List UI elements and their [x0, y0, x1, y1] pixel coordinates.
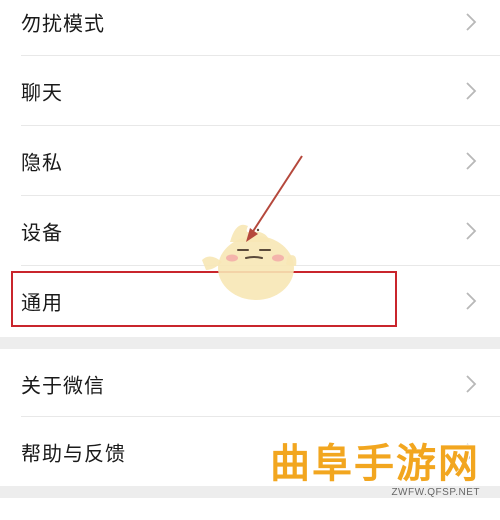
settings-item-label: 聊天 [21, 80, 63, 105]
settings-item-label: 隐私 [21, 150, 63, 175]
settings-item-label: 设备 [21, 220, 63, 245]
settings-item-do-not-disturb[interactable]: 勿扰模式 [0, 0, 500, 57]
settings-item-label: 勿扰模式 [21, 11, 105, 36]
settings-item-label: 帮助与反馈 [21, 441, 126, 466]
settings-group-main: 勿扰模式 聊天 隐私 设备 通用 [0, 0, 500, 337]
settings-item-label: 通用 [21, 290, 63, 315]
chevron-right-icon [466, 375, 477, 393]
chevron-right-icon [466, 292, 477, 310]
chevron-right-icon [466, 13, 477, 31]
settings-item-label: 关于微信 [21, 373, 105, 398]
chevron-right-icon [466, 82, 477, 100]
settings-item-chat[interactable]: 聊天 [0, 56, 500, 126]
settings-item-privacy[interactable]: 隐私 [0, 126, 500, 196]
section-gap [0, 337, 500, 349]
watermark: 曲阜手游网 ZWFW.QFSP.NET [270, 431, 480, 498]
chevron-right-icon [466, 222, 477, 240]
watermark-title: 曲阜手游网 [270, 441, 480, 487]
chevron-right-icon [466, 152, 477, 170]
settings-item-general[interactable]: 通用 [0, 266, 500, 336]
settings-item-devices[interactable]: 设备 [0, 196, 500, 266]
settings-group-bottom [0, 498, 500, 520]
settings-item-about-wechat[interactable]: 关于微信 [0, 349, 500, 419]
